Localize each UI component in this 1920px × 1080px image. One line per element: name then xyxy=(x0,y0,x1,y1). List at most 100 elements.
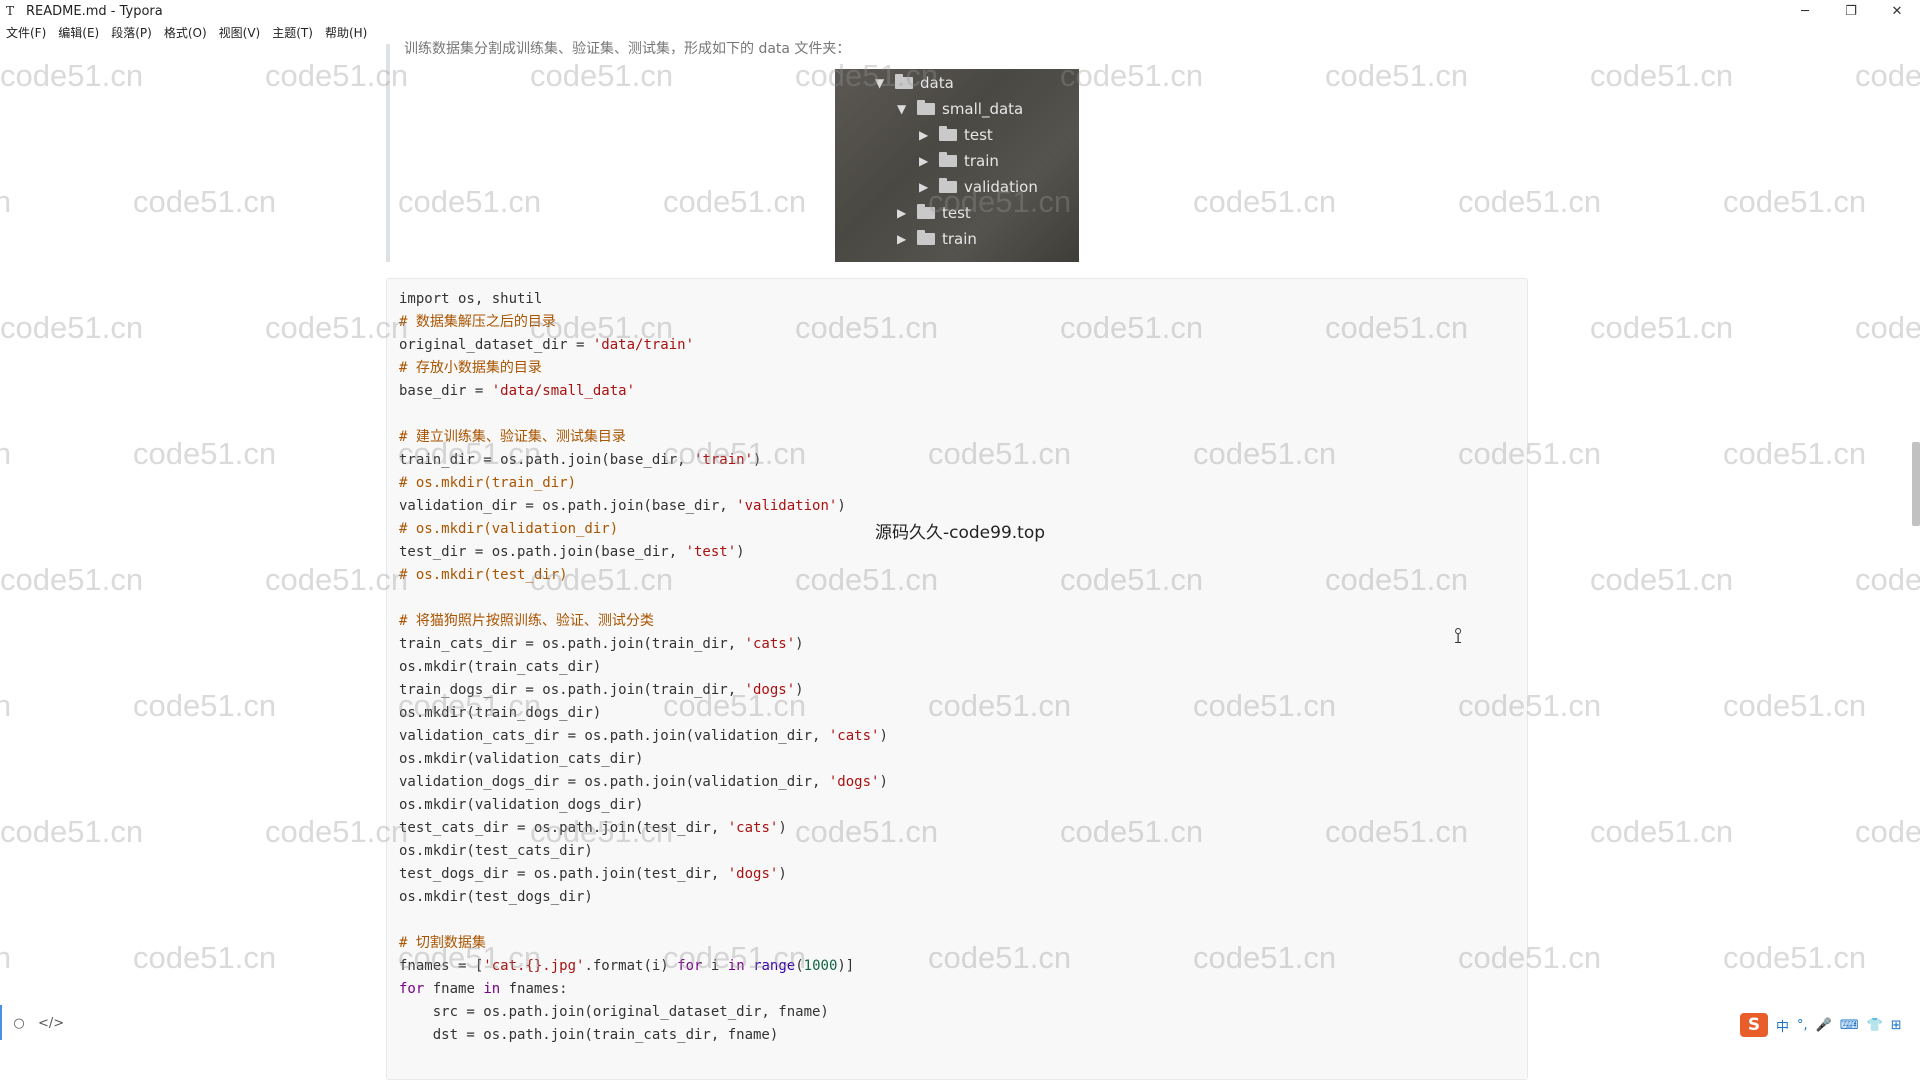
folder-icon xyxy=(917,230,935,245)
keyboard-icon[interactable]: ⌨ xyxy=(1840,1018,1859,1033)
menu-bar: 文件(F) 编辑(E) 段落(P) 格式(O) 视图(V) 主题(T) 帮助(H… xyxy=(0,22,373,44)
punctuation-icon[interactable]: °, xyxy=(1797,1018,1808,1033)
code-line: os.mkdir(test_dogs_dir) xyxy=(399,886,593,909)
folder-icon xyxy=(895,74,913,89)
watermark-text: code51.cn xyxy=(1590,814,1734,849)
watermark-text: code51.cn xyxy=(0,310,144,345)
watermark-text: code51.cn xyxy=(133,184,277,219)
menu-theme[interactable]: 主题(T) xyxy=(266,22,319,44)
code-token: 'cats' xyxy=(828,728,880,744)
menu-view[interactable]: 视图(V) xyxy=(213,22,267,44)
code-token: fnames = [ xyxy=(399,958,484,974)
code-token: # os.mkdir(validation_dir) xyxy=(399,521,619,537)
code-line: train_cats_dir = os.path.join(train_dir,… xyxy=(399,633,804,656)
code-line: validation_cats_dir = os.path.join(valid… xyxy=(399,725,888,748)
code-line: # 建立训练集、验证集、测试集目录 xyxy=(399,426,626,449)
blockquote-text: 训练数据集分割成训练集、验证集、测试集，形成如下的 data 文件夹： xyxy=(404,41,851,57)
watermark-text: code51.cn xyxy=(133,688,277,723)
code-token: fname xyxy=(424,981,484,997)
restore-button[interactable]: ❐ xyxy=(1828,0,1874,22)
code-token: ) xyxy=(879,774,888,790)
window-title: README.md - Typora xyxy=(26,3,163,19)
menu-paragraph[interactable]: 段落(P) xyxy=(105,22,158,44)
menu-file[interactable]: 文件(F) xyxy=(0,22,52,44)
code-line: base_dir = 'data/small_data' xyxy=(399,380,635,403)
watermark-text: code51.cn xyxy=(1590,562,1734,597)
chinese-mode-icon[interactable]: 中 xyxy=(1776,1016,1789,1035)
watermark-text: code51.cn xyxy=(1590,58,1734,93)
tree-item-label: test xyxy=(964,126,993,144)
menu-edit[interactable]: 编辑(E) xyxy=(52,22,105,44)
code-token: 'train' xyxy=(694,452,754,468)
tree-item: ▼ data xyxy=(875,72,954,94)
code-token: 'dogs' xyxy=(828,774,880,790)
code-token: os.mkdir(test_cats_dir) xyxy=(399,843,593,859)
text-cursor-icon: ⟟ xyxy=(1454,624,1463,649)
toolbox-icon[interactable]: ⊞ xyxy=(1891,1018,1902,1033)
folder-tree-image: ▼ data ▼ small_data ▶ test ▶ train ▶ val… xyxy=(835,69,1079,262)
code-line: # 切割数据集 xyxy=(399,932,486,955)
sogou-ime-logo-icon[interactable]: S xyxy=(1740,1013,1768,1037)
tree-item-label: small_data xyxy=(942,100,1024,118)
code-token: 'test' xyxy=(685,544,737,560)
code-token: validation_cats_dir = os.path.join(valid… xyxy=(399,728,829,744)
menu-format[interactable]: 格式(O) xyxy=(158,22,213,44)
code-token: range xyxy=(753,958,796,974)
source-code-mode-icon[interactable]: </> xyxy=(38,1016,64,1031)
code-line: train_dogs_dir = os.path.join(train_dir,… xyxy=(399,679,804,702)
code-token: for xyxy=(677,958,703,974)
code-token: for xyxy=(399,981,425,997)
tree-item-label: validation xyxy=(964,178,1038,196)
code-token: in xyxy=(727,958,745,974)
collapsed-arrow-icon: ▶ xyxy=(919,180,929,194)
code-token: 'dogs' xyxy=(744,682,796,698)
code-token: # 建立训练集、验证集、测试集目录 xyxy=(399,429,626,445)
code-token: i xyxy=(702,958,728,974)
scrollbar-thumb[interactable] xyxy=(1912,442,1920,526)
minimize-button[interactable]: ─ xyxy=(1782,0,1828,22)
code-line: validation_dir = os.path.join(base_dir, … xyxy=(399,495,846,518)
watermark-text: code51.cn xyxy=(1723,184,1867,219)
close-button[interactable]: ✕ xyxy=(1874,0,1920,22)
watermark-text: code51.cn xyxy=(0,58,144,93)
watermark-text: code51.cn xyxy=(1855,562,1920,597)
code-line: train_dir = os.path.join(base_dir, 'trai… xyxy=(399,449,761,472)
code-line: os.mkdir(test_cats_dir) xyxy=(399,840,593,863)
tree-item-label: train xyxy=(942,230,977,248)
code-token: # 切割数据集 xyxy=(399,935,486,951)
outline-toggle-icon[interactable]: ○ xyxy=(10,1016,28,1031)
collapsed-arrow-icon: ▶ xyxy=(897,232,907,246)
folder-icon xyxy=(917,100,935,115)
code-line: # os.mkdir(validation_dir) xyxy=(399,518,618,541)
watermark-text: code51.cn xyxy=(133,940,277,975)
code-token: ) xyxy=(879,728,888,744)
watermark-text: code51.cn xyxy=(1855,310,1920,345)
code-token: train_dir = os.path.join(base_dir, xyxy=(399,452,695,468)
code-line: dst = os.path.join(train_cats_dir, fname… xyxy=(399,1024,779,1047)
code-token: import os, shutil xyxy=(399,291,543,307)
code-token: fnames: xyxy=(500,981,568,997)
code-line: import os, shutil xyxy=(399,288,542,311)
tree-item: ▶ train xyxy=(897,228,977,250)
code-token: train_cats_dir = os.path.join(train_dir, xyxy=(399,636,745,652)
code-token: 'data/train' xyxy=(592,337,695,353)
tree-item: ▶ test xyxy=(919,124,993,146)
code-line: # 将猫狗照片按照训练、验证、测试分类 xyxy=(399,610,654,633)
menu-help[interactable]: 帮助(H) xyxy=(319,22,373,44)
microphone-icon[interactable]: 🎤 xyxy=(1816,1018,1832,1033)
code-token: ) xyxy=(795,682,804,698)
code-block[interactable]: import os, shutil # 数据集解压之后的目录 original_da… xyxy=(386,278,1528,1080)
watermark-text: code51.cn xyxy=(1855,814,1920,849)
watermark-text: code51.cn xyxy=(0,688,12,723)
code-token: src = os.path.join(original_dataset_dir,… xyxy=(399,1004,829,1020)
code-token: validation_dogs_dir = os.path.join(valid… xyxy=(399,774,829,790)
code-line: for fname in fnames: xyxy=(399,978,568,1001)
code-token: in xyxy=(483,981,501,997)
title-bar: T README.md - Typora ─ ❐ ✕ xyxy=(0,0,1920,22)
code-line: # os.mkdir(test_dir) xyxy=(399,564,568,587)
watermark-text: code51.cn xyxy=(0,814,144,849)
watermark-text: code51.cn xyxy=(1855,58,1920,93)
folder-icon xyxy=(939,126,957,141)
skin-icon[interactable]: 👕 xyxy=(1867,1018,1883,1033)
